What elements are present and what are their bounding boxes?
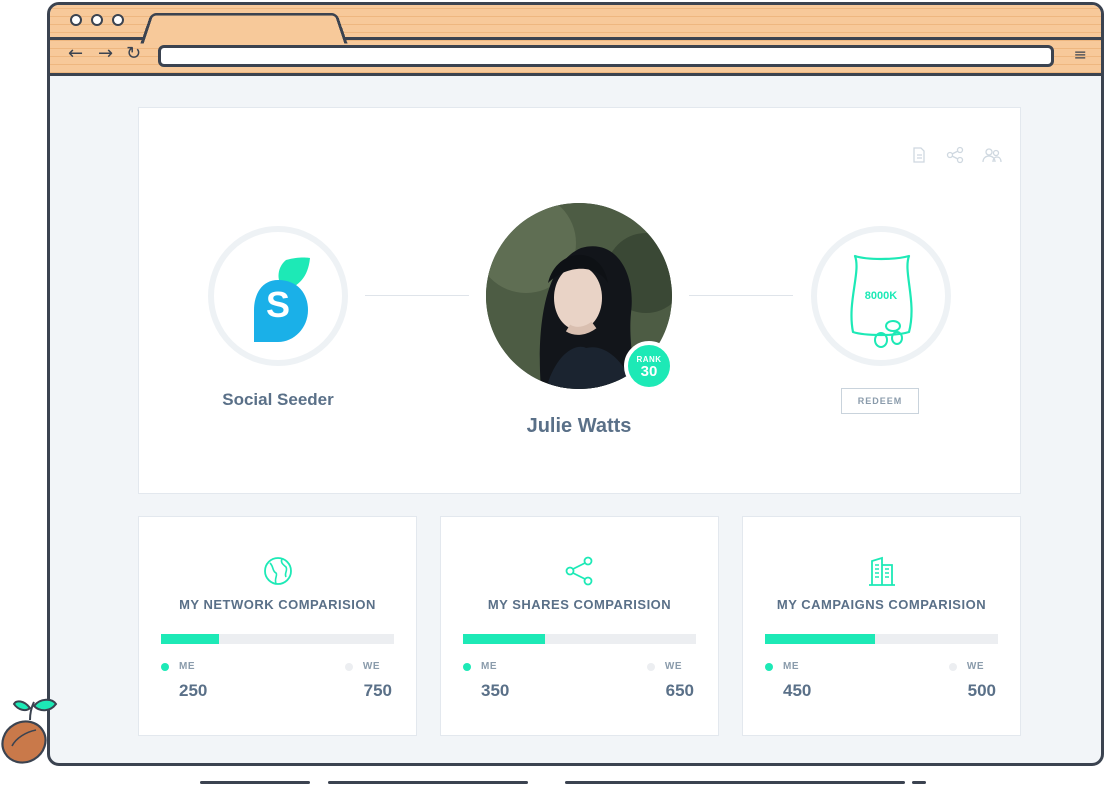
stat-card-campaigns: MY CAMPAIGNS COMPARISION ME WE 450 500 [742,516,1021,736]
rank-badge: RANK 30 [624,341,674,391]
reload-icon[interactable]: ↻ [126,43,141,64]
legend-we-label: WE [966,661,984,672]
window-control-close[interactable] [70,14,82,26]
legend-we: WE [344,661,380,672]
me-value: 350 [481,681,510,700]
comparison-bar [161,634,394,644]
we-dot [344,662,353,671]
we-dot [646,662,655,671]
me-dot [463,662,471,671]
address-bar[interactable] [158,45,1054,67]
profile-card: S Social Seeder RANK 30 Julie Watts 8000… [138,107,1021,494]
legend-me-label: ME [481,661,497,672]
globe-icon [263,557,292,585]
comparison-bar-fill [161,634,220,644]
tab-strip [50,5,1101,44]
me-dot [765,662,773,671]
comparison-bar-fill [463,634,545,644]
decor-dash [565,781,905,784]
window-control-maximize[interactable] [112,14,124,26]
connector-left [365,295,469,296]
me-value: 250 [179,681,208,700]
stat-card-shares: MY SHARES COMPARISION ME WE 350 650 [440,516,719,736]
redeem-button[interactable]: REDEEM [841,388,919,414]
user-name: Julie Watts [526,415,632,437]
decor-dash [912,781,926,784]
logo-letter: S [266,284,291,325]
legend-we-label: WE [664,661,682,672]
share-icon[interactable] [946,146,964,164]
back-arrow-icon[interactable]: ← [68,43,83,64]
profile-actions [910,146,1002,164]
legend-we-label: WE [362,661,380,672]
decor-dash [200,781,310,784]
we-value: 650 [665,681,694,700]
connector-right [689,295,793,296]
legend-me-label: ME [179,661,195,672]
legend-we: WE [948,661,984,672]
window-control-minimize[interactable] [91,14,103,26]
seed-bag-label: 8000K [864,290,898,302]
we-dot [948,662,957,671]
rank-value: 30 [640,363,658,380]
legend-me: ME [765,661,799,672]
seed-bag-circle: 8000K [811,226,951,366]
comparison-bar-fill [765,634,876,644]
comparison-bar [765,634,998,644]
we-value: 500 [967,681,996,700]
comparison-bar [463,634,696,644]
stat-title: MY CAMPAIGNS COMPARISION [776,597,987,612]
seed-mascot-icon [1,698,58,764]
forward-arrow-icon[interactable]: → [98,43,113,64]
legend-me: ME [463,661,497,672]
me-dot [161,662,169,671]
brand-logo-circle: S [208,226,348,366]
legend-we: WE [646,661,682,672]
share-icon [565,556,592,586]
decor-dash [328,781,528,784]
legend-me-label: ME [783,661,799,672]
document-icon[interactable] [910,146,928,164]
we-value: 750 [363,681,392,700]
menu-icon[interactable]: ≡ [1074,45,1087,64]
users-icon[interactable] [982,146,1002,164]
browser-window: ← → ↻ ≡ S Social Seeder RANK 30 Julie Wa… [47,2,1104,766]
browser-tab[interactable] [140,12,348,44]
stat-title: MY NETWORK COMPARISION [179,597,376,612]
browser-chrome: ← → ↻ ≡ [50,5,1101,76]
legend-me: ME [161,661,195,672]
stat-title: MY SHARES COMPARISION [487,597,672,612]
brand-name: Social Seeder [222,390,334,409]
building-icon [868,556,895,586]
me-value: 450 [783,681,812,700]
stat-card-network: MY NETWORK COMPARISION ME WE 250 750 [138,516,417,736]
